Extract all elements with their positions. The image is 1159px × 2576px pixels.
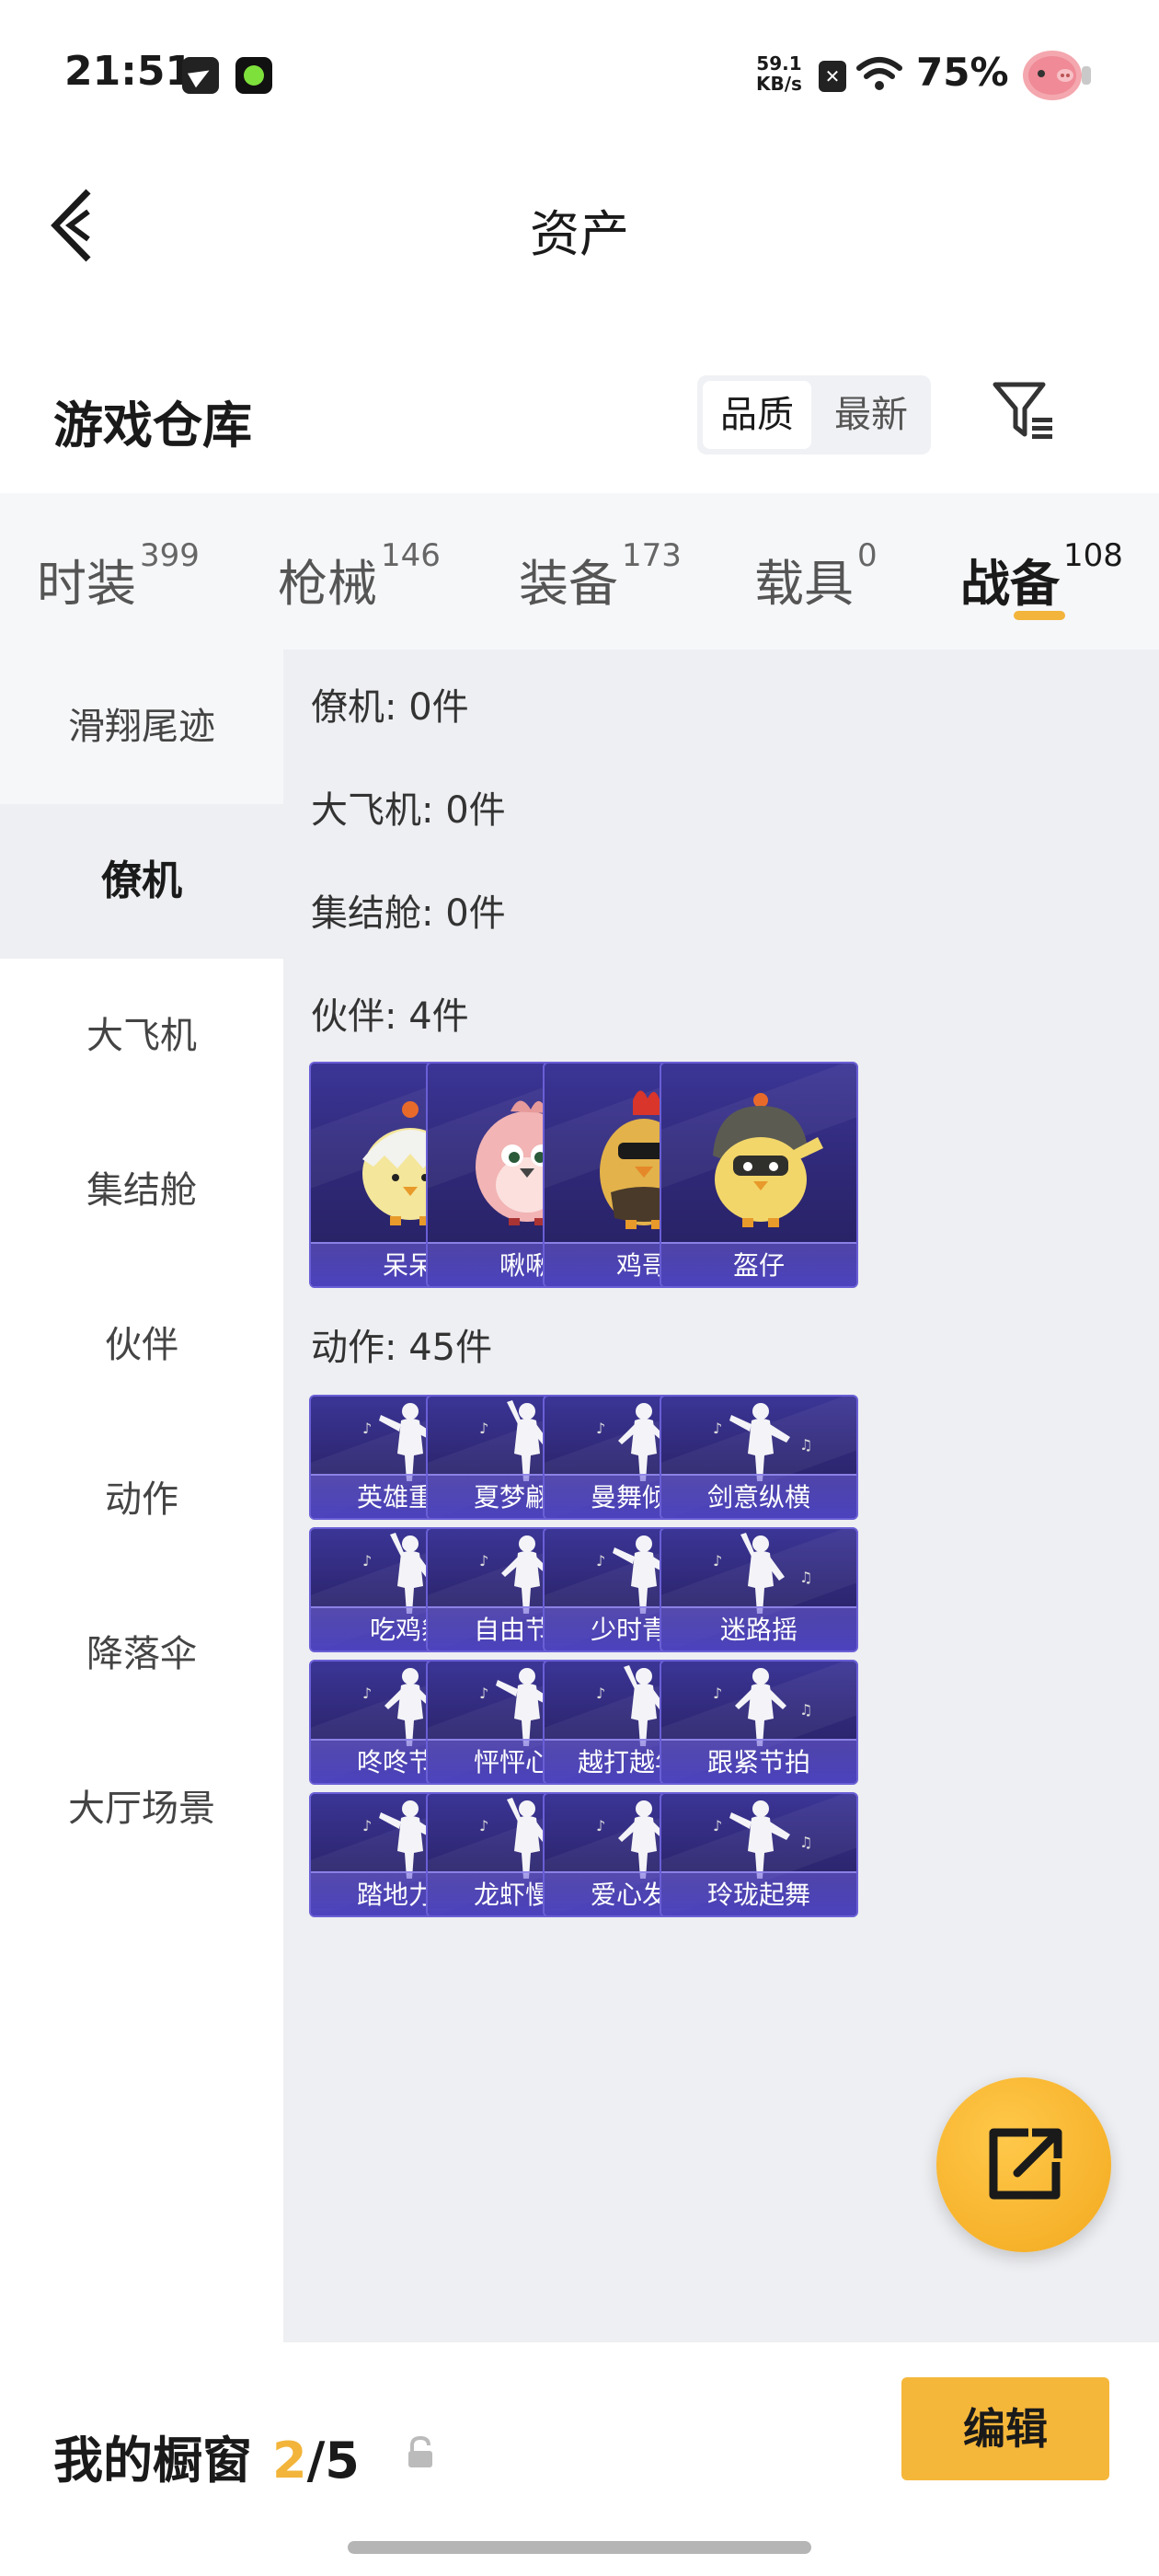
- svg-text:♪: ♪: [596, 1552, 605, 1570]
- section-emote-label: 动作: 45件: [311, 1327, 493, 1369]
- emote-name: 剑意纵横: [661, 1474, 856, 1518]
- sidebar-item-partner[interactable]: 伙伴: [0, 1268, 283, 1422]
- app-notification-icon: [235, 57, 272, 94]
- emote-name: 迷路摇: [661, 1606, 856, 1650]
- sort-latest-button[interactable]: 最新: [817, 381, 925, 449]
- svg-text:♪: ♪: [713, 1420, 722, 1437]
- no-sim-icon: ✕: [819, 61, 846, 92]
- tab-battle-prep[interactable]: 战备 108: [960, 537, 1123, 615]
- tab-count: 173: [622, 537, 682, 574]
- svg-text:♫: ♫: [799, 1701, 812, 1719]
- tab-count: 146: [381, 537, 441, 574]
- tab-fashion[interactable]: 时装 399: [37, 537, 200, 615]
- svg-text:♪: ♪: [596, 1420, 605, 1437]
- home-indicator: [348, 2541, 811, 2554]
- svg-text:♪: ♪: [479, 1420, 488, 1437]
- emote-card[interactable]: ♪ ♫ 迷路摇: [660, 1527, 858, 1652]
- section-wingman-label: 僚机: 0件: [311, 686, 469, 729]
- status-time: 21:51: [64, 48, 194, 95]
- telegram-icon: [182, 57, 219, 94]
- wifi-icon: [856, 57, 902, 90]
- emote-card[interactable]: ♪ ♫ 玲珑起舞: [660, 1792, 858, 1917]
- svg-text:♫: ♫: [799, 1569, 812, 1586]
- sidebar-item-parachute[interactable]: 降落伞: [0, 1577, 283, 1731]
- warehouse-title: 游戏仓库: [53, 397, 252, 454]
- tab-count: 108: [1063, 537, 1123, 574]
- page-title: 资产: [530, 205, 629, 263]
- edit-button[interactable]: 编辑: [901, 2377, 1109, 2480]
- svg-text:♪: ♪: [362, 1817, 372, 1834]
- tab-label: 装备: [519, 555, 618, 613]
- share-float-button[interactable]: [936, 2077, 1111, 2252]
- svg-text:♪: ♪: [362, 1685, 372, 1702]
- sidebar-item-glide-trail[interactable]: 滑翔尾迹: [0, 650, 283, 804]
- sort-segmented-control: 品质 最新: [697, 375, 931, 454]
- emote-card[interactable]: ♪ ♫ 剑意纵横: [660, 1395, 858, 1520]
- tab-count: 399: [140, 537, 200, 574]
- emote-card[interactable]: ♪ ♫ 跟紧节拍: [660, 1660, 858, 1785]
- network-speed-unit: KB/s: [756, 73, 802, 95]
- svg-text:♪: ♪: [479, 1817, 488, 1834]
- network-speed-value: 59.1: [756, 52, 802, 75]
- showcase-label: 我的橱窗: [53, 2432, 252, 2490]
- showcase-current: 2: [272, 2432, 307, 2490]
- svg-text:♪: ♪: [479, 1685, 488, 1702]
- svg-text:♪: ♪: [596, 1817, 605, 1834]
- sort-quality-button[interactable]: 品质: [703, 381, 811, 449]
- helmet-chick-kuizai-image: [713, 1093, 823, 1227]
- tab-label: 载具: [754, 555, 854, 613]
- sidebar-item-lobby-scene[interactable]: 大厅场景: [0, 1731, 283, 1886]
- section-pod-label: 集结舱: 0件: [311, 892, 506, 935]
- active-tab-indicator: [1014, 611, 1065, 620]
- sidebar-item-rally-pod[interactable]: 集结舱: [0, 1113, 283, 1268]
- sidebar-item-emote[interactable]: 动作: [0, 1422, 283, 1577]
- network-speed: 59.1 KB/s: [756, 53, 802, 94]
- filter-icon[interactable]: [990, 377, 1056, 443]
- emote-name: 玲珑起舞: [661, 1871, 856, 1915]
- svg-text:♫: ♫: [799, 1834, 812, 1851]
- battery-level: 75%: [916, 50, 1009, 95]
- sidebar: 滑翔尾迹 僚机 大飞机 集结舱 伙伴 动作 降落伞 大厅场景: [0, 650, 283, 2342]
- tab-label: 时装: [37, 555, 136, 613]
- emote-name: 跟紧节拍: [661, 1739, 856, 1783]
- tab-guns[interactable]: 枪械 146: [278, 537, 441, 615]
- tab-count: 0: [857, 537, 878, 574]
- lock-icon: [408, 2435, 432, 2467]
- svg-text:♪: ♪: [362, 1420, 372, 1437]
- tab-label: 枪械: [278, 555, 377, 613]
- svg-text:♪: ♪: [713, 1685, 722, 1702]
- svg-text:♪: ♪: [596, 1685, 605, 1702]
- svg-text:♪: ♪: [362, 1552, 372, 1570]
- share-export-icon: [989, 2128, 1062, 2200]
- section-partner-label: 伙伴: 4件: [311, 995, 469, 1038]
- tab-equipment[interactable]: 装备 173: [519, 537, 682, 615]
- section-plane-label: 大飞机: 0件: [311, 789, 506, 832]
- svg-text:♪: ♪: [479, 1552, 488, 1570]
- pig-battery-icon: [1023, 51, 1091, 100]
- partner-card[interactable]: 盔仔: [660, 1062, 858, 1288]
- svg-text:♪: ♪: [713, 1817, 722, 1834]
- tab-label: 战备: [960, 555, 1060, 613]
- showcase-total: /5: [306, 2432, 360, 2490]
- svg-text:♫: ♫: [799, 1436, 812, 1454]
- partner-name: 盔仔: [661, 1242, 856, 1286]
- sidebar-item-wingman[interactable]: 僚机: [0, 804, 283, 959]
- bottom-bar: 我的橱窗 2/5 编辑: [0, 2342, 1159, 2576]
- tab-vehicles[interactable]: 载具 0: [754, 537, 878, 615]
- svg-text:♪: ♪: [713, 1552, 722, 1570]
- status-bar: 21:51 59.1 KB/s ✕ 75%: [0, 0, 1159, 147]
- showcase-counter: 我的橱窗 2/5: [53, 2420, 360, 2492]
- category-tabs: 时装 399 枪械 146 装备 173 载具 0 战备 108: [0, 493, 1159, 650]
- sidebar-item-big-plane[interactable]: 大飞机: [0, 959, 283, 1113]
